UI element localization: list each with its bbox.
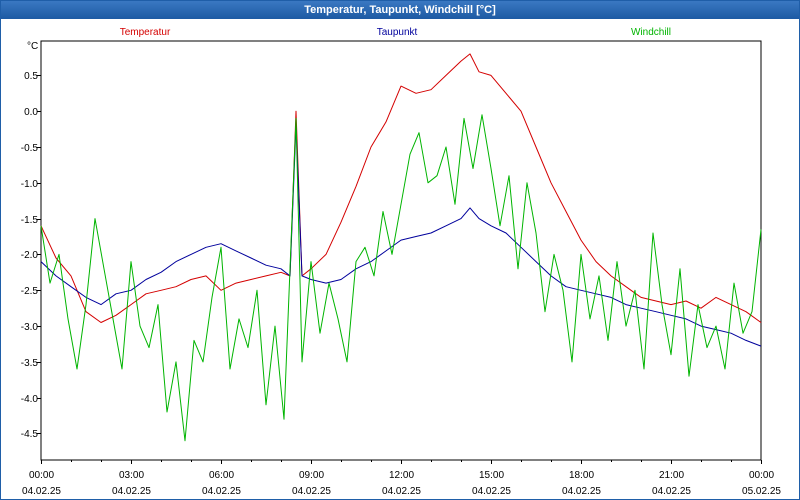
x-tick-date: 04.02.25 (562, 486, 601, 497)
y-tick-label: -3.0 (21, 322, 39, 333)
y-tick-label: -0.5 (21, 143, 39, 154)
y-tick-label: -4.0 (21, 394, 39, 405)
x-tick-date: 04.02.25 (652, 486, 691, 497)
y-tick-label: 0.5 (24, 71, 38, 82)
x-tick-time: 18:00 (569, 470, 594, 481)
x-tick-date: 04.02.25 (202, 486, 241, 497)
y-tick-label: -1.0 (21, 179, 39, 190)
x-tick-date: 05.02.25 (742, 486, 781, 497)
legend-entry-taupunkt: Taupunkt (377, 27, 418, 38)
x-tick-time: 12:00 (389, 470, 414, 481)
x-tick-time: 03:00 (119, 470, 144, 481)
plot-frame (40, 40, 762, 461)
y-tick-label: -4.5 (21, 429, 39, 440)
y-tick-label: -2.0 (21, 250, 39, 261)
y-tick-label: -2.5 (21, 286, 39, 297)
x-tick-date: 04.02.25 (112, 486, 151, 497)
x-tick-date: 04.02.25 (472, 486, 511, 497)
x-tick-time: 00:00 (29, 470, 54, 481)
y-tick-labels: 0.5 0.0 -0.5 -1.0 -1.5 -2.0 -2.5 -3.0 -3.5 -4.0 -4… (21, 71, 39, 440)
x-tick-time: 21:00 (659, 470, 684, 481)
axes (37, 40, 762, 464)
chart-window: Temperatur, Taupunkt, Windchill [°C] 0.5… (0, 0, 800, 500)
x-tick-labels: 00:00 04.02.25 03:00 04.02.25 06:00 04.02.25 0… (22, 470, 781, 497)
legend: Temperatur Taupunkt Windchill (120, 27, 671, 38)
y-tick-label: 0.0 (24, 107, 38, 118)
x-tick-date: 04.02.25 (292, 486, 331, 497)
x-tick-time: 09:00 (299, 470, 324, 481)
x-tick-date: 04.02.25 (382, 486, 421, 497)
legend-entry-temperatur: Temperatur (120, 27, 171, 38)
legend-entry-windchill: Windchill (631, 27, 671, 38)
y-tick-label: -1.5 (21, 215, 39, 226)
x-tick-time: 00:00 (749, 470, 774, 481)
x-tick-time: 06:00 (209, 470, 234, 481)
chart-canvas: 0.5 0.0 -0.5 -1.0 -1.5 -2.0 -2.5 -3.0 -3.5 -4.0 -4… (21, 27, 782, 497)
x-tick-date: 04.02.25 (22, 486, 61, 497)
y-axis-unit: °C (27, 41, 38, 52)
x-tick-time: 15:00 (479, 470, 504, 481)
y-tick-label: -3.5 (21, 358, 39, 369)
